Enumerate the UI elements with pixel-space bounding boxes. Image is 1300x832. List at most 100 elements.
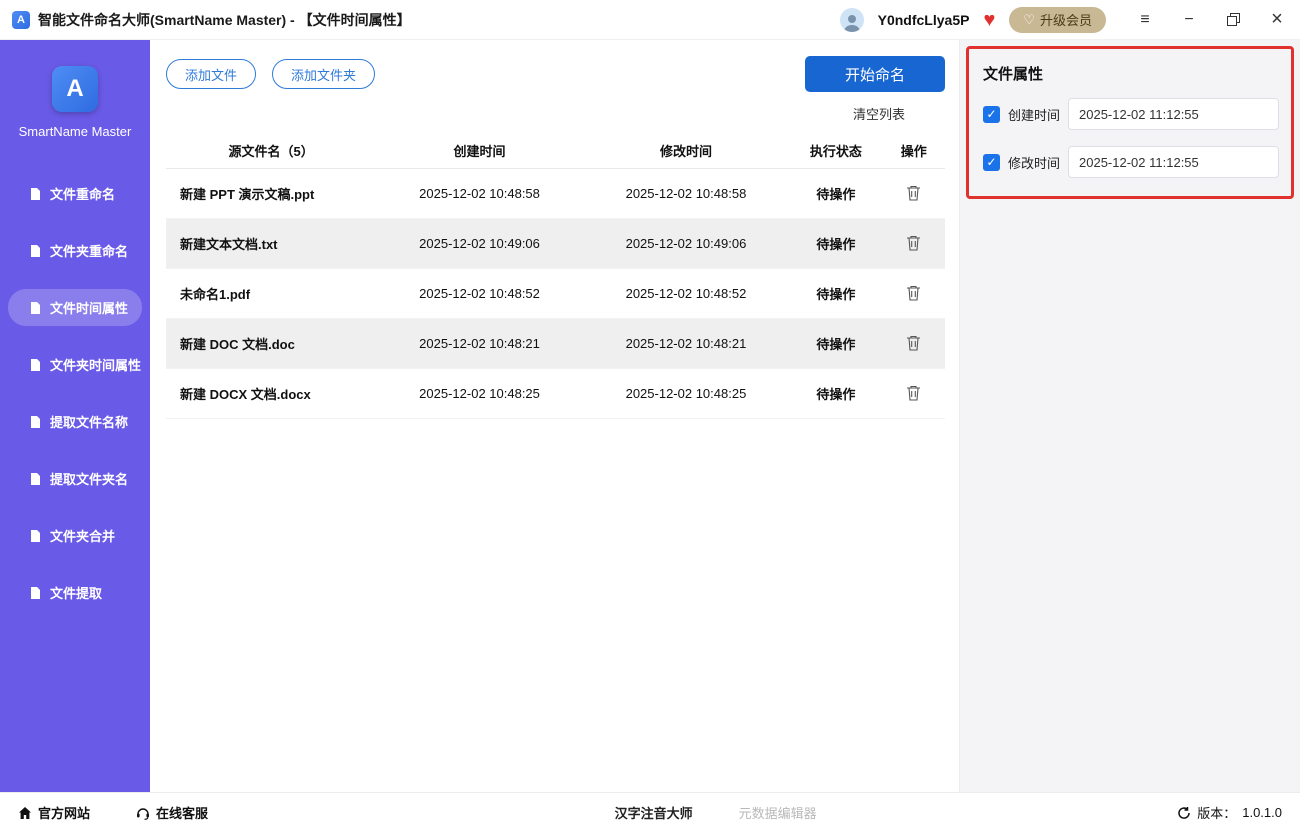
- document-icon: [28, 415, 42, 429]
- cell-status: 待操作: [789, 384, 882, 403]
- cell-modified: 2025-12-02 10:49:06: [583, 236, 789, 251]
- official-website-label: 官方网站: [38, 803, 90, 822]
- table-body: 新建 PPT 演示文稿.ppt 2025-12-02 10:48:58 2025…: [166, 169, 945, 419]
- file-table: 源文件名（5） 创建时间 修改时间 执行状态 操作 新建 PPT 演示文稿.pp…: [166, 133, 945, 419]
- clear-row: 清空列表: [166, 92, 945, 129]
- created-time-checkbox[interactable]: ✓: [983, 106, 1000, 123]
- document-icon: [28, 244, 42, 258]
- sidebar: A SmartName Master 文件重命名 文件夹重命名 文件时间属性: [0, 40, 150, 792]
- delete-row-button[interactable]: [904, 333, 923, 353]
- add-file-button[interactable]: 添加文件: [166, 59, 256, 89]
- minimize-button[interactable]: −: [1180, 11, 1198, 29]
- cell-created: 2025-12-02 10:48:25: [376, 386, 582, 401]
- clear-list-link[interactable]: 清空列表: [853, 104, 905, 123]
- official-website-link[interactable]: 官方网站: [18, 803, 90, 822]
- trash-icon: [906, 185, 921, 201]
- trash-icon: [906, 335, 921, 351]
- sidebar-item-folder-merge[interactable]: 文件夹合并: [8, 517, 142, 554]
- table-row: 新建 DOC 文档.doc 2025-12-02 10:48:21 2025-1…: [166, 319, 945, 369]
- cell-filename: 新建文本文档.txt: [166, 234, 376, 253]
- window-body: A SmartName Master 文件重命名 文件夹重命名 文件时间属性: [0, 40, 1300, 792]
- person-icon: [842, 12, 862, 32]
- document-icon: [28, 586, 42, 600]
- panel-title: 文件属性: [983, 63, 1279, 84]
- modified-time-input[interactable]: [1068, 146, 1279, 178]
- add-folder-button[interactable]: 添加文件夹: [272, 59, 375, 89]
- sidebar-item-label: 文件夹合并: [50, 526, 115, 545]
- headset-icon: [136, 806, 150, 820]
- delete-row-button[interactable]: [904, 233, 923, 253]
- delete-row-button[interactable]: [904, 283, 923, 303]
- cell-status: 待操作: [789, 234, 882, 253]
- document-icon: [28, 472, 42, 486]
- brand-name: SmartName Master: [19, 124, 132, 139]
- header-source-filename: 源文件名（5）: [166, 141, 376, 160]
- maximize-button[interactable]: [1224, 11, 1242, 29]
- sidebar-item-label: 提取文件夹名: [50, 469, 128, 488]
- user-avatar[interactable]: [840, 8, 864, 32]
- sidebar-item-file-rename[interactable]: 文件重命名: [8, 175, 142, 212]
- online-support-link[interactable]: 在线客服: [136, 803, 208, 822]
- sidebar-item-extract-folder-names[interactable]: 提取文件夹名: [8, 460, 142, 497]
- app-window: A 智能文件命名大师(SmartName Master) - 【文件时间属性】 …: [0, 0, 1300, 832]
- modified-time-field-row: ✓ 修改时间: [983, 146, 1279, 178]
- created-time-label: 创建时间: [1008, 105, 1060, 124]
- file-attributes-highlight-box: 文件属性 ✓ 创建时间 ✓ 修改时间: [966, 46, 1294, 199]
- toolbar: 添加文件 添加文件夹 开始命名: [166, 56, 945, 92]
- metadata-editor-link[interactable]: 元数据编辑器: [739, 803, 817, 822]
- version-area: 版本： 1.0.1.0: [1177, 803, 1282, 822]
- sidebar-item-folder-rename[interactable]: 文件夹重命名: [8, 232, 142, 269]
- modified-time-label: 修改时间: [1008, 153, 1060, 172]
- menu-button[interactable]: ≡: [1136, 11, 1154, 29]
- sidebar-nav: 文件重命名 文件夹重命名 文件时间属性 文件夹时间属性 提取文件名称: [0, 175, 150, 611]
- cell-filename: 新建 DOC 文档.doc: [166, 334, 376, 353]
- delete-row-button[interactable]: [904, 383, 923, 403]
- cell-modified: 2025-12-02 10:48:25: [583, 386, 789, 401]
- sidebar-item-extract-file-names[interactable]: 提取文件名称: [8, 403, 142, 440]
- cell-status: 待操作: [789, 334, 882, 353]
- cell-modified: 2025-12-02 10:48:21: [583, 336, 789, 351]
- titlebar-left: A 智能文件命名大师(SmartName Master) - 【文件时间属性】: [12, 10, 411, 30]
- username-label[interactable]: Y0ndfcLlya5P: [878, 12, 970, 28]
- sidebar-item-file-extract[interactable]: 文件提取: [8, 574, 142, 611]
- sidebar-item-folder-time-attrs[interactable]: 文件夹时间属性: [8, 346, 142, 383]
- cell-filename: 新建 DOCX 文档.docx: [166, 384, 376, 403]
- cell-created: 2025-12-02 10:48:21: [376, 336, 582, 351]
- sidebar-item-label: 提取文件名称: [50, 412, 128, 431]
- titlebar-right: Y0ndfcLlya5P ♥ ♡ 升级会员 ≡ − ×: [840, 7, 1286, 33]
- header-operation: 操作: [883, 141, 945, 160]
- sidebar-item-label: 文件夹重命名: [50, 241, 128, 260]
- upgrade-member-button[interactable]: ♡ 升级会员: [1009, 7, 1106, 33]
- delete-row-button[interactable]: [904, 183, 923, 203]
- start-rename-button[interactable]: 开始命名: [805, 56, 945, 92]
- sidebar-item-label: 文件重命名: [50, 184, 115, 203]
- brand: A SmartName Master: [0, 40, 150, 147]
- pinyin-master-link[interactable]: 汉字注音大师: [615, 803, 693, 822]
- sidebar-item-label: 文件提取: [50, 583, 102, 602]
- close-button[interactable]: ×: [1268, 11, 1286, 29]
- upgrade-member-label: 升级会员: [1040, 10, 1092, 29]
- trash-icon: [906, 285, 921, 301]
- app-logo-icon: A: [12, 11, 30, 29]
- sidebar-item-file-time-attrs[interactable]: 文件时间属性: [8, 289, 142, 326]
- version-label: 版本：: [1197, 803, 1236, 822]
- restore-icon: [1227, 13, 1240, 26]
- cell-modified: 2025-12-02 10:48:58: [583, 186, 789, 201]
- home-icon: [18, 806, 32, 820]
- modified-time-checkbox[interactable]: ✓: [983, 154, 1000, 171]
- shield-heart-icon: ♡: [1023, 12, 1035, 28]
- table-row: 未命名1.pdf 2025-12-02 10:48:52 2025-12-02 …: [166, 269, 945, 319]
- vip-heart-icon[interactable]: ♥: [983, 10, 995, 30]
- main-content: 添加文件 添加文件夹 开始命名 清空列表 源文件名（5） 创建时间 修改时间 执…: [150, 40, 960, 792]
- created-time-input[interactable]: [1068, 98, 1279, 130]
- cell-created: 2025-12-02 10:49:06: [376, 236, 582, 251]
- refresh-icon[interactable]: [1177, 806, 1191, 820]
- cell-modified: 2025-12-02 10:48:52: [583, 286, 789, 301]
- statusbar-center: 汉字注音大师 元数据编辑器: [254, 803, 1177, 822]
- header-created-time: 创建时间: [376, 141, 582, 160]
- table-header-row: 源文件名（5） 创建时间 修改时间 执行状态 操作: [166, 133, 945, 169]
- trash-icon: [906, 385, 921, 401]
- cell-created: 2025-12-02 10:48:58: [376, 186, 582, 201]
- document-icon: [28, 301, 42, 315]
- document-icon: [28, 187, 42, 201]
